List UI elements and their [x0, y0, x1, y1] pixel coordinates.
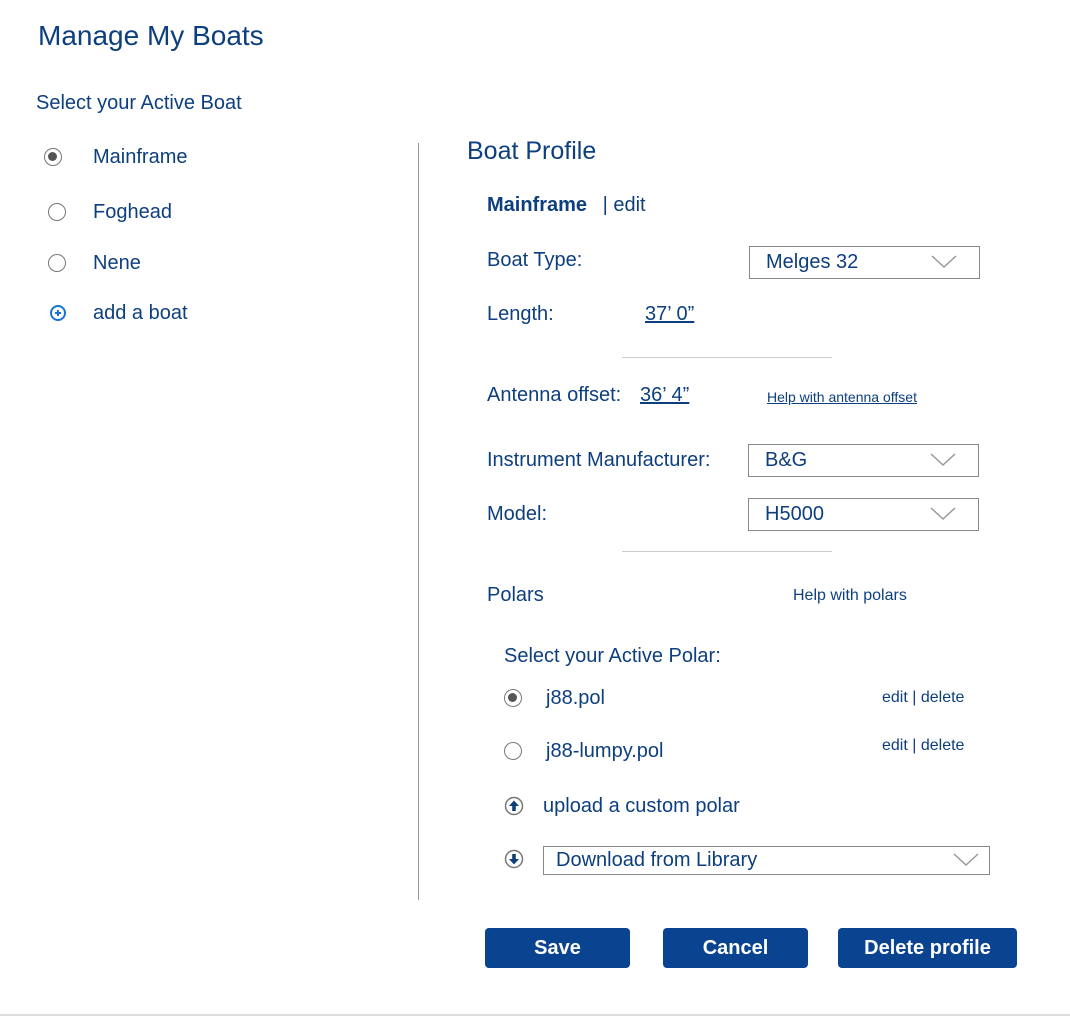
profile-boat-name: Mainframe [487, 194, 588, 216]
upload-custom-polar-link[interactable]: upload a custom polar [504, 791, 740, 821]
radio-selected-icon[interactable] [504, 689, 522, 707]
polar-delete-link[interactable]: delete [921, 737, 965, 754]
model-select[interactable]: H5000 [748, 498, 979, 531]
antenna-offset-value-link[interactable]: 36’ 4” [640, 384, 689, 407]
boat-option-label: Mainframe [93, 145, 188, 168]
boat-type-label: Boat Type: [487, 249, 583, 271]
model-label: Model: [487, 503, 548, 525]
polar-actions: edit | delete [882, 689, 964, 707]
boat-option-mainframe[interactable]: Mainframe [44, 142, 187, 172]
antenna-offset-label: Antenna offset: [487, 384, 622, 406]
boat-option-foghead[interactable]: Foghead [44, 197, 172, 227]
upload-arrow-icon[interactable] [504, 796, 524, 816]
boat-option-label: Nene [93, 251, 141, 274]
polar-delete-link[interactable]: delete [921, 689, 965, 706]
antenna-offset-help-link[interactable]: Help with antenna offset [767, 389, 917, 405]
polar-option[interactable]: j88-lumpy.pol [504, 736, 663, 766]
boat-type-select[interactable]: Melges 32 [749, 246, 980, 279]
chevron-down-icon [930, 506, 956, 520]
boat-type-value: Melges 32 [766, 251, 859, 273]
download-library-select[interactable]: Download from Library [543, 846, 990, 875]
polar-actions: edit | delete [882, 737, 964, 755]
boat-option-label: Foghead [93, 200, 172, 223]
upload-custom-polar-label: upload a custom polar [543, 794, 740, 817]
download-library-value: Download from Library [556, 849, 758, 871]
add-boat-label: add a boat [93, 301, 188, 324]
section-divider [622, 551, 832, 552]
polars-label: Polars [487, 584, 544, 606]
radio-unselected-icon[interactable] [504, 742, 522, 760]
chevron-down-icon [930, 452, 956, 466]
radio-unselected-icon[interactable] [48, 254, 66, 272]
polar-actions-separator: | [912, 737, 917, 754]
save-button[interactable]: Save [485, 928, 630, 968]
model-value: H5000 [765, 503, 824, 525]
instrument-manufacturer-label: Instrument Manufacturer: [487, 449, 711, 471]
chevron-down-icon [953, 852, 979, 866]
polar-name: j88.pol [546, 686, 605, 709]
active-boat-section-label: Select your Active Boat [36, 92, 242, 114]
edit-separator: | [602, 194, 608, 216]
edit-boat-name-link[interactable]: edit [613, 194, 645, 216]
page-title: Manage My Boats [38, 20, 264, 51]
bottom-border [0, 1014, 1070, 1016]
polars-help-link[interactable]: Help with polars [793, 587, 907, 605]
boat-profile-title: Boat Profile [467, 137, 597, 165]
polar-actions-separator: | [912, 689, 917, 706]
polar-edit-link[interactable]: edit [882, 737, 908, 754]
cancel-button[interactable]: Cancel [663, 928, 808, 968]
instrument-manufacturer-select[interactable]: B&G [748, 444, 979, 477]
vertical-divider [418, 143, 419, 900]
add-circle-icon[interactable] [50, 305, 66, 321]
radio-unselected-icon[interactable] [48, 203, 66, 221]
profile-name-row: Mainframe | edit [487, 194, 646, 217]
polar-name: j88-lumpy.pol [546, 739, 664, 762]
chevron-down-icon [931, 254, 957, 268]
section-divider [622, 357, 832, 358]
radio-selected-icon[interactable] [44, 148, 62, 166]
polar-edit-link[interactable]: edit [882, 689, 908, 706]
instrument-manufacturer-value: B&G [765, 449, 808, 471]
active-polar-label: Select your Active Polar: [504, 645, 721, 667]
boat-option-nene[interactable]: Nene [44, 248, 141, 278]
delete-profile-button[interactable]: Delete profile [838, 928, 1017, 968]
length-label: Length: [487, 303, 554, 325]
download-arrow-icon[interactable] [504, 849, 524, 869]
add-boat-link[interactable]: add a boat [44, 298, 188, 328]
polar-option[interactable]: j88.pol [504, 683, 605, 713]
download-icon-wrap [504, 849, 524, 874]
length-value-link[interactable]: 37’ 0” [645, 303, 694, 326]
